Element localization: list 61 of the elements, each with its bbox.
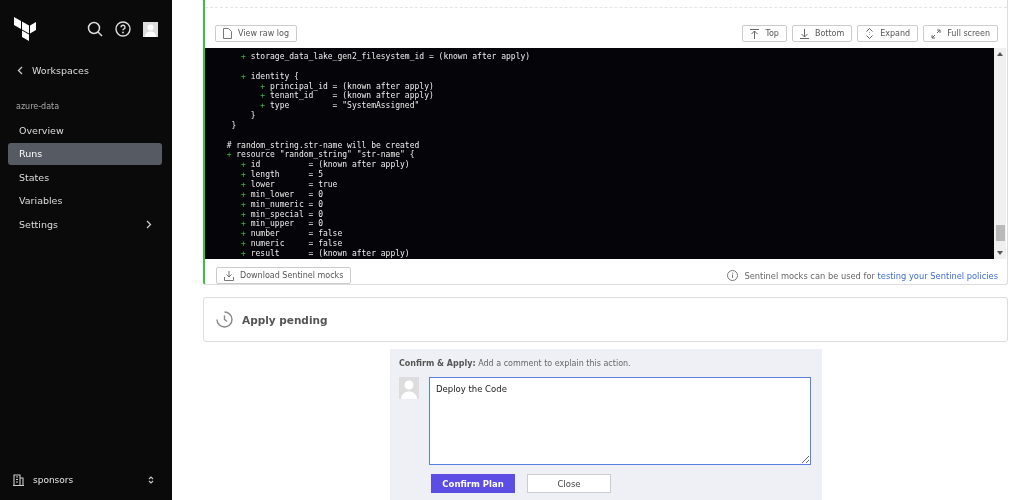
log-line: + min_special = 0 (240, 209, 324, 220)
log-line: + min_upper = 0 (240, 219, 323, 230)
apply-status-title: Apply pending (242, 313, 328, 326)
log-toolbar-button[interactable]: Top (742, 25, 787, 42)
download-sentinel-mocks-button[interactable]: Download Sentinel mocks (216, 267, 352, 284)
avatar-icon (399, 377, 419, 399)
log-line: + storage_data_lake_gen2_filesystem_id = (known after apply) (240, 52, 532, 62)
nav-item[interactable]: States (8, 166, 162, 188)
nav-item[interactable]: Overview (8, 119, 162, 141)
log-line: + principal_id = (known after apply) (259, 81, 435, 92)
search-icon[interactable] (87, 21, 103, 37)
log-toolbar-button[interactable]: Full screen (923, 25, 998, 42)
log-line: + result = (known after apply) (240, 248, 411, 259)
organization-switcher[interactable]: sponsors (8, 474, 162, 500)
help-icon[interactable] (115, 21, 131, 37)
log-line: + id = (known after apply) (240, 160, 411, 170)
sentinel-note: Sentinel mocks can be used for testing your Sentinel policies (744, 270, 998, 281)
log-line: + numeric = false (240, 239, 344, 249)
workspace-name: azure-data (16, 102, 61, 111)
confirm-plan-button[interactable]: Confirm Plan (431, 474, 515, 493)
confirm-hint: Confirm & Apply: Add a comment to explain this action. (399, 359, 632, 368)
scroll-up-arrow-icon[interactable] (997, 52, 1003, 56)
scrollbar-thumb[interactable] (995, 225, 1005, 241)
avatar-icon[interactable] (143, 21, 158, 37)
log-line: + min_lower = 0 (240, 189, 324, 200)
scrollbar[interactable] (994, 48, 1006, 259)
close-button[interactable]: Close (527, 474, 611, 493)
workspaces-link[interactable]: Workspaces (17, 65, 162, 76)
up-down-chevron-icon (148, 475, 154, 485)
log-line: + identity { (240, 71, 300, 82)
nav-item[interactable]: Variables (8, 189, 162, 212)
arrow-up-icon (750, 28, 760, 39)
log-line: + number = false (240, 229, 344, 239)
nav-item[interactable]: Runs (8, 142, 162, 165)
log-toolbar-button[interactable]: Bottom (791, 25, 853, 42)
log-line: + length = 5 (240, 170, 324, 180)
sentinel-policies-link[interactable]: testing your Sentinel policies (877, 270, 998, 281)
download-icon (224, 270, 234, 281)
log-line: + type = "SystemAssigned" (259, 101, 421, 112)
chevron-right-icon (146, 219, 152, 229)
arrow-down-icon (799, 28, 809, 39)
log-line: + resource "random_string" "str-name" { (225, 150, 416, 161)
nav-item[interactable]: Settings (8, 213, 162, 235)
log-line: } (249, 111, 257, 121)
view-raw-log-button[interactable]: View raw log (215, 25, 297, 42)
log-toolbar-button[interactable]: Expand (857, 25, 919, 42)
scroll-down-arrow-icon[interactable] (997, 251, 1003, 255)
document-icon (223, 28, 232, 39)
info-icon (727, 270, 739, 281)
log-line: # random_string.str-name will be created (225, 140, 421, 151)
log-line: + lower = true (240, 179, 339, 190)
log-line: + min_numeric = 0 (240, 199, 324, 210)
expand-icon (865, 28, 875, 39)
log-line: } (230, 120, 238, 131)
logo-icon[interactable] (14, 17, 36, 41)
building-icon (13, 474, 24, 486)
chevron-left-icon (17, 66, 23, 75)
log-line: + tenant_id = (known after apply) (259, 91, 435, 102)
clock-icon (216, 311, 233, 328)
fullscreen-icon (931, 28, 942, 39)
comment-field[interactable]: Deploy the Code (429, 377, 811, 465)
